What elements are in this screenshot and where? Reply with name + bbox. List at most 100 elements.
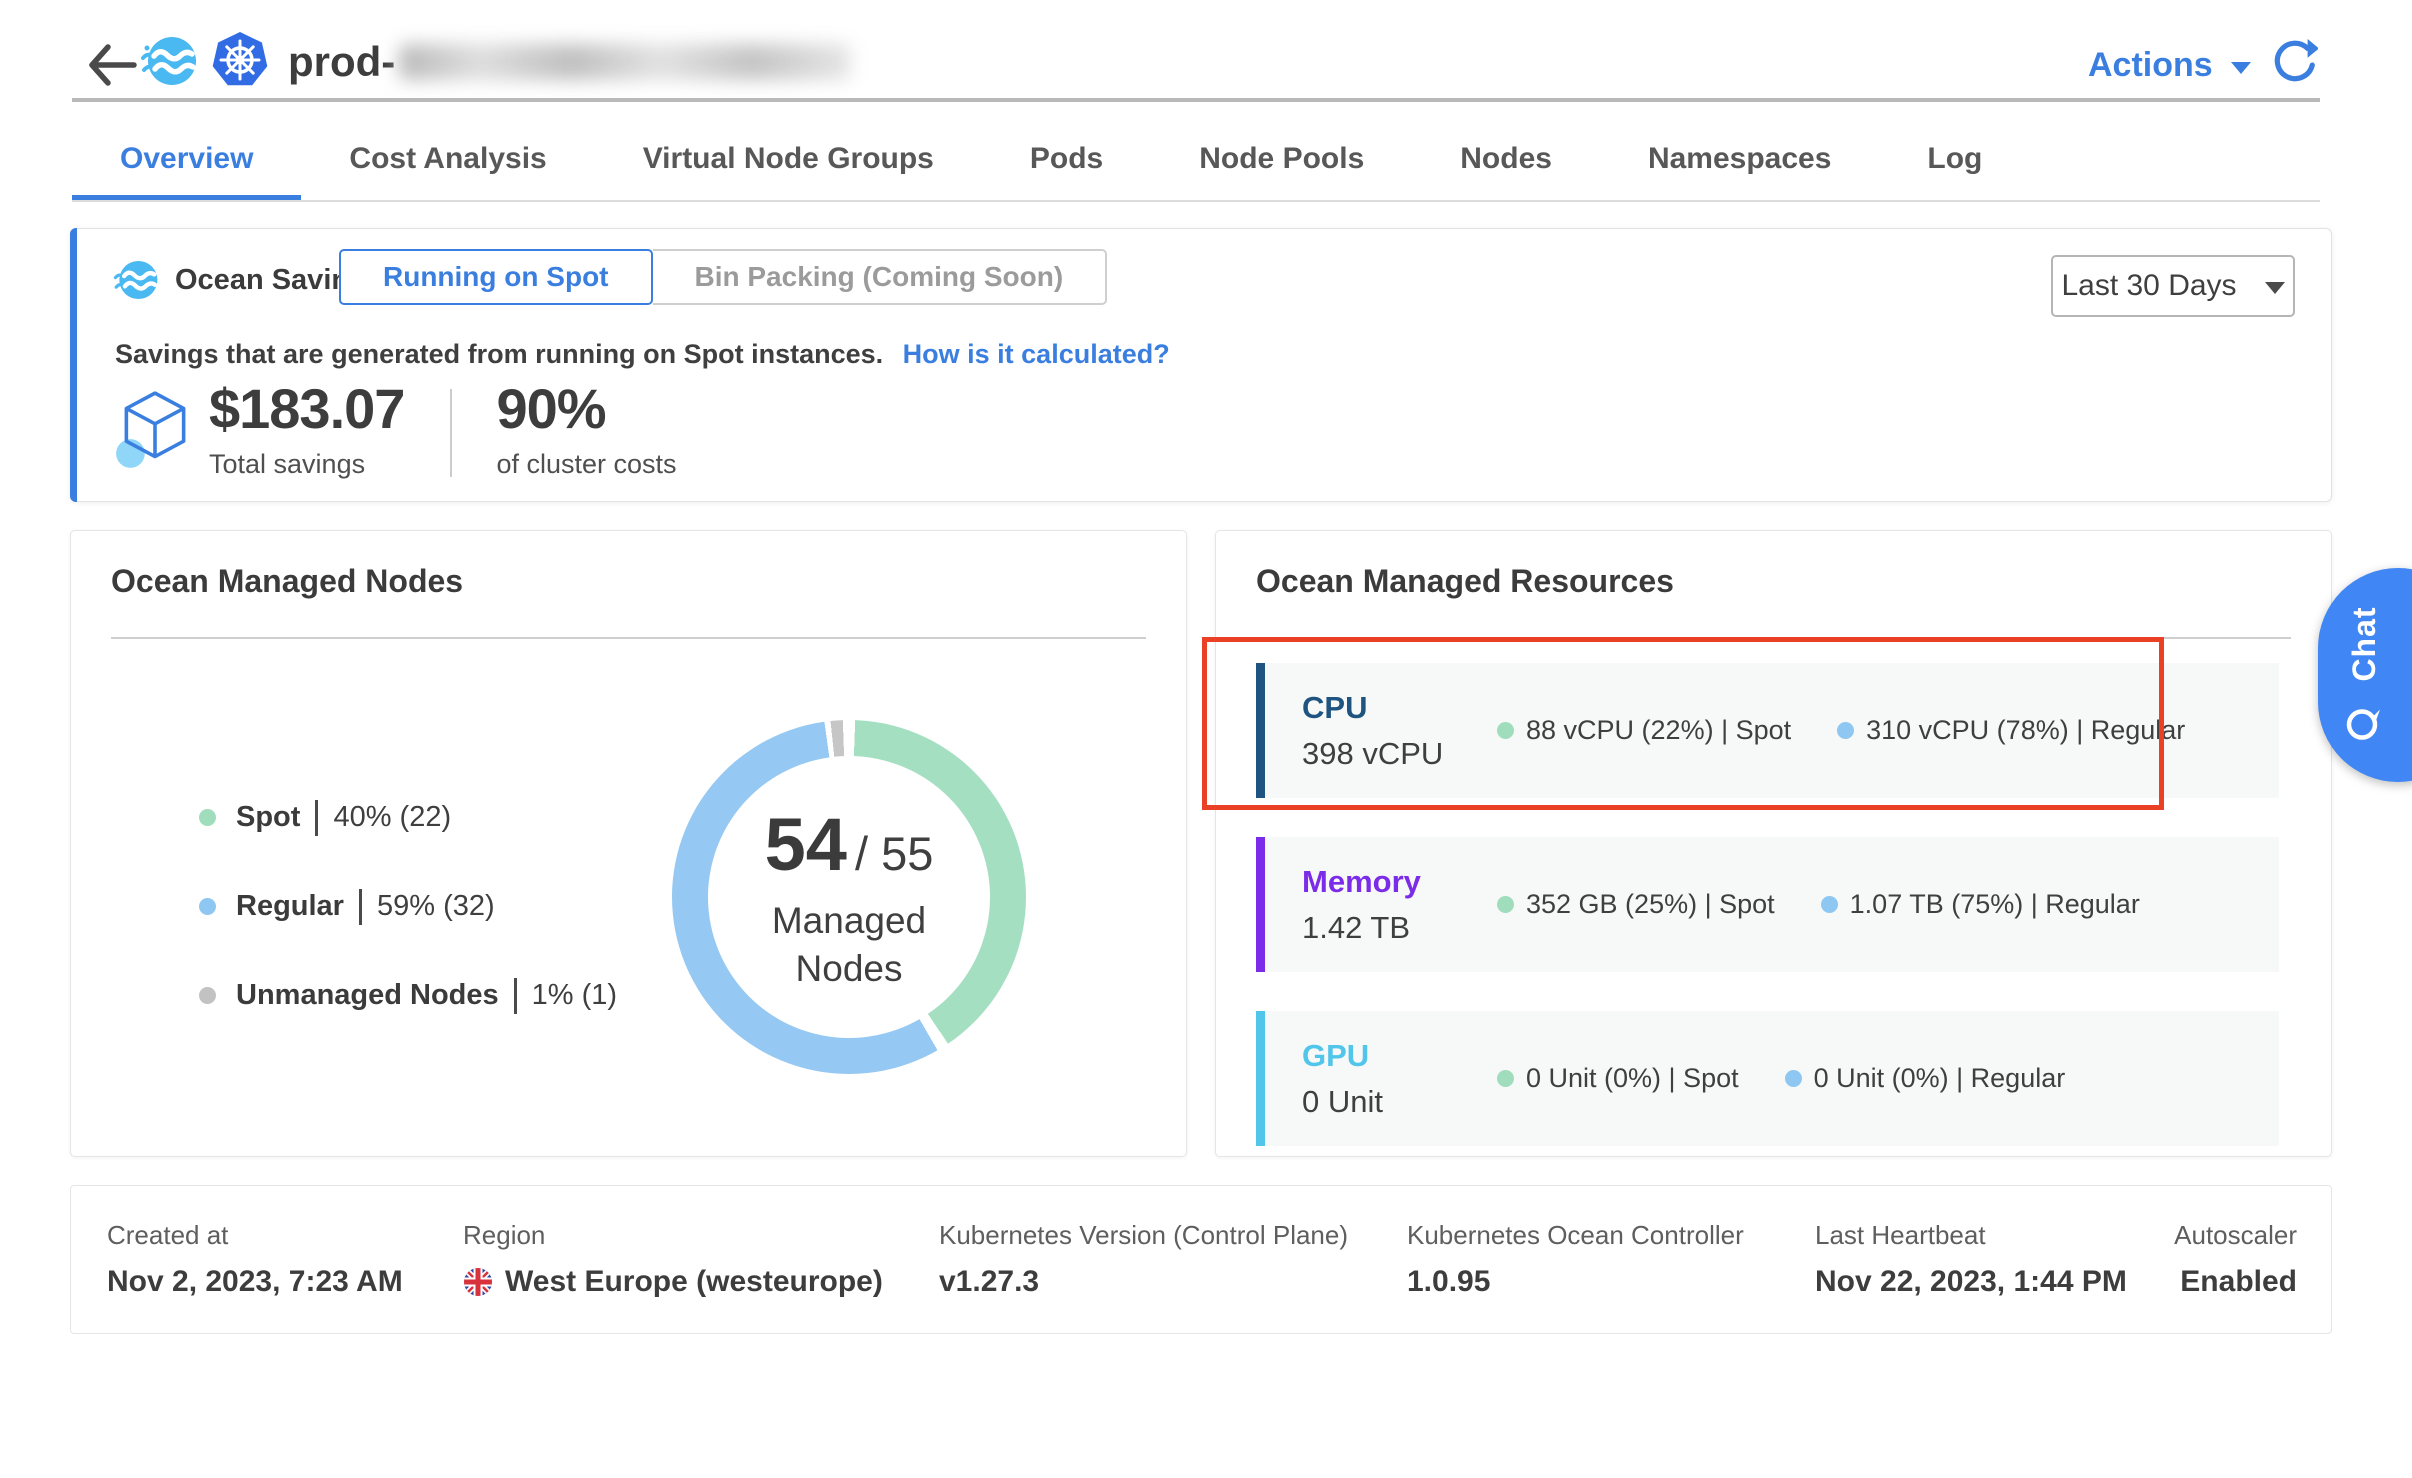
tab-nodes[interactable]: Nodes [1412,116,1600,202]
tab-overview[interactable]: Overview [72,116,301,202]
ocean-wave-icon [113,257,159,303]
tab-cost-analysis[interactable]: Cost Analysis [301,116,594,202]
savings-mode-toggle: Running on Spot Bin Packing (Coming Soon… [339,249,1107,305]
stats-divider [450,389,452,477]
page-title: prod- [288,36,851,88]
spot-dot-icon [1497,896,1514,913]
cluster-details-footer: Created at Nov 2, 2023, 7:23 AM Region W… [70,1185,2332,1334]
kubernetes-version: Kubernetes Version (Control Plane) v1.27… [939,1220,1348,1299]
nodes-legend: Spot 40% (22) Regular 59% (32) Unmanaged… [199,773,617,1040]
ocean-logo-icon [140,32,198,90]
gpu-accent-bar [1256,1011,1265,1146]
tab-namespaces[interactable]: Namespaces [1600,116,1879,202]
legend-item-regular: Regular 59% (32) [199,862,617,951]
spot-dot-icon [1497,1070,1514,1087]
resource-row-gpu: GPU 0 Unit 0 Unit (0%) | Spot 0 Unit (0%… [1256,1011,2279,1146]
ocean-controller-version: Kubernetes Ocean Controller 1.0.95 [1407,1220,1744,1299]
cluster-name-prefix: prod- [288,38,395,86]
region-value: West Europe (westeurope) [505,1265,883,1299]
legend-separator [315,800,318,836]
resource-row-memory: Memory 1.42 TB 352 GB (25%) | Spot 1.07 … [1256,837,2279,972]
cpu-spot-stat: 88 vCPU (22%) | Spot [1497,715,1791,746]
resources-card-divider [1256,637,2291,639]
regular-dot-icon [1837,722,1854,739]
running-on-spot-button[interactable]: Running on Spot [339,249,653,305]
how-calculated-link[interactable]: How is it calculated? [903,339,1170,369]
managed-nodes-count: 54 [765,802,847,887]
period-select[interactable]: Last 30 Days [2051,255,2295,317]
nodes-card-divider [111,637,1146,639]
refresh-icon [2268,38,2318,88]
tab-virtual-node-groups[interactable]: Virtual Node Groups [595,116,982,202]
header-divider [72,98,2320,102]
savings-cube-icon [115,387,195,477]
gpu-regular-stat: 0 Unit (0%) | Regular [1785,1063,2066,1094]
autoscaler-status-badge: Enabled [2174,1265,2297,1299]
spot-dot-icon [1497,722,1514,739]
legend-item-spot: Spot 40% (22) [199,773,617,862]
legend-separator [514,978,517,1014]
cpu-regular-stat: 310 vCPU (78%) | Regular [1837,715,2185,746]
actions-dropdown[interactable]: Actions [2088,46,2251,85]
back-button[interactable] [84,40,140,90]
period-select-value: Last 30 Days [2061,269,2236,303]
ocean-managed-nodes-card: Ocean Managed Nodes Spot 40% (22) Regula… [70,530,1187,1157]
nodes-card-title: Ocean Managed Nodes [111,563,463,600]
total-nodes-count: / 55 [855,826,933,881]
tab-bar: Overview Cost Analysis Virtual Node Grou… [72,116,2030,202]
regular-dot-icon [1785,1070,1802,1087]
memory-label: Memory [1302,864,1497,900]
cluster-cost-percent-value: 90% [496,381,676,437]
savings-stats: $183.07 Total savings 90% of cluster cos… [115,381,677,480]
cluster-cost-percent-caption: of cluster costs [496,449,676,480]
refresh-button[interactable] [2268,38,2318,88]
autoscaler-status: Autoscaler Enabled [2174,1220,2297,1299]
regular-dot-icon [1821,896,1838,913]
last-heartbeat: Last Heartbeat Nov 22, 2023, 1:44 PM [1815,1220,2127,1299]
donut-center: 54 / 55 Managed Nodes [708,756,990,1038]
memory-spot-stat: 352 GB (25%) | Spot [1497,889,1775,920]
actions-label: Actions [2088,46,2213,85]
gpu-spot-stat: 0 Unit (0%) | Spot [1497,1063,1739,1094]
donut-caption: Managed Nodes [772,897,926,992]
cpu-total: 398 vCPU [1302,736,1497,772]
back-arrow-icon [84,40,140,90]
managed-nodes-donut-chart: 54 / 55 Managed Nodes [672,720,1026,1074]
cluster-overview-page: prod- Actions Overview Cost Analysis Vir… [0,0,2412,1478]
chat-bubble-icon [2344,704,2384,744]
created-at: Created at Nov 2, 2023, 7:23 AM [107,1220,403,1299]
tab-log[interactable]: Log [1879,116,2030,202]
region: Region West Europe (westeurope) [463,1220,883,1299]
uk-flag-icon [463,1267,493,1297]
gpu-total: 0 Unit [1302,1084,1497,1120]
chevron-down-icon [2265,282,2285,294]
resource-row-cpu: CPU 398 vCPU 88 vCPU (22%) | Spot 310 vC… [1256,663,2279,798]
cluster-cost-percent-block: 90% of cluster costs [496,381,676,480]
kubernetes-logo-icon [210,30,270,90]
resources-rows: CPU 398 vCPU 88 vCPU (22%) | Spot 310 vC… [1256,663,2279,1185]
total-savings-block: $183.07 Total savings [209,381,404,480]
savings-description: Savings that are generated from running … [115,339,1170,370]
gpu-label: GPU [1302,1038,1497,1074]
tab-node-pools[interactable]: Node Pools [1151,116,1412,202]
bin-packing-button[interactable]: Bin Packing (Coming Soon) [653,249,1108,305]
ocean-savings-card: Ocean Savings: Running on Spot Bin Packi… [70,228,2332,502]
memory-total: 1.42 TB [1302,910,1497,946]
total-savings-caption: Total savings [209,449,404,480]
chat-button[interactable]: Chat [2318,568,2412,782]
legend-separator [359,889,362,925]
unmanaged-dot-icon [199,987,216,1004]
cluster-name-redacted [399,44,851,80]
chat-label: Chat [2346,606,2383,681]
ocean-managed-resources-card: Ocean Managed Resources CPU 398 vCPU 88 … [1215,530,2332,1157]
tab-pods[interactable]: Pods [982,116,1151,202]
memory-accent-bar [1256,837,1265,972]
chevron-down-icon [2231,62,2251,74]
tabs-divider [72,200,2320,202]
regular-dot-icon [199,898,216,915]
resources-card-title: Ocean Managed Resources [1256,563,1674,600]
spot-dot-icon [199,809,216,826]
legend-item-unmanaged: Unmanaged Nodes 1% (1) [199,951,617,1040]
cpu-accent-bar [1256,663,1265,798]
total-savings-value: $183.07 [209,381,404,437]
